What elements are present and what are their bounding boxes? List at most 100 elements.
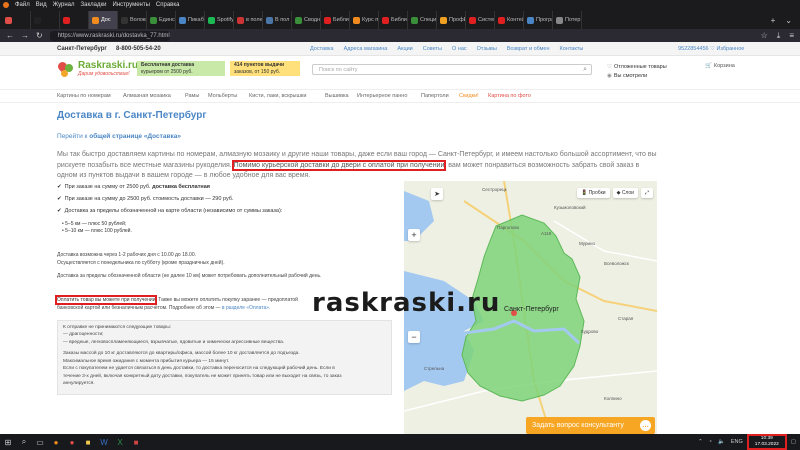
reload-icon[interactable]: ↻: [36, 31, 43, 40]
forward-icon[interactable]: →: [21, 31, 29, 40]
browser-tab[interactable]: Курс по: [350, 11, 379, 29]
clock[interactable]: 10:39 17.03.2022: [746, 434, 787, 450]
sub-bullet-10km: • 5–10 км — плюс 100 рублей.: [62, 228, 132, 234]
cat-brushes[interactable]: Кисти, лаки, вскрышки: [249, 93, 306, 99]
user-phone[interactable]: 9522854456: [678, 46, 709, 52]
tray-up-icon[interactable]: ⌃: [698, 439, 703, 445]
task-view-icon[interactable]: ▭: [32, 434, 48, 450]
cat-photo-painting[interactable]: Картина по фото: [488, 93, 531, 99]
topline-link-returns[interactable]: Возврат и обмен: [507, 46, 550, 52]
menu-view[interactable]: Вид: [36, 2, 47, 8]
word-icon[interactable]: W: [96, 434, 112, 450]
menu-icon[interactable]: ≡: [789, 31, 794, 41]
promo-pickup-points[interactable]: 414 пунктов выдачи заказов, от 150 руб.: [230, 61, 300, 76]
browser-tab[interactable]: Сводн: [292, 11, 321, 29]
search-icon[interactable]: ⌕: [16, 434, 32, 450]
windows-start-icon[interactable]: ⊞: [0, 434, 16, 450]
deferred-link[interactable]: ♡ Отложенные товары: [607, 63, 667, 72]
chrome-icon[interactable]: ●: [64, 434, 80, 450]
browser-tab[interactable]: Система: [466, 11, 495, 29]
topline-link-contacts[interactable]: Контакты: [560, 46, 584, 52]
notifications-icon[interactable]: ▢: [791, 439, 796, 445]
cat-frames[interactable]: Рамы: [185, 93, 199, 99]
cat-embroidery[interactable]: Вышивка: [325, 93, 349, 99]
layers-button[interactable]: ◆ Слои: [612, 188, 638, 198]
fullscreen-button[interactable]: ⤢: [640, 188, 653, 198]
check-icon: ✔: [57, 208, 62, 214]
site-logo[interactable]: Raskraski.ru Дарим удовольствие!: [56, 60, 138, 78]
language-indicator[interactable]: ENG: [731, 439, 743, 445]
traffic-button[interactable]: 🚦 Пробки: [576, 188, 610, 198]
cat-interior-panel[interactable]: Интерьерное панно: [357, 93, 407, 99]
ask-consultant-button[interactable]: Задать вопрос консультанту …: [526, 417, 655, 434]
download-icon[interactable]: ⤓: [777, 31, 781, 41]
city-selector[interactable]: Санкт-Петербург: [57, 46, 107, 52]
cat-papertole[interactable]: Папертоли: [421, 93, 449, 99]
favorites-link[interactable]: ♡ Избранное: [710, 46, 744, 52]
browser-tab[interactable]: Spotify: [205, 11, 234, 29]
cart-link[interactable]: 🛒 Корзина: [705, 63, 735, 69]
browser-tab[interactable]: Библиот: [321, 11, 350, 29]
menu-help[interactable]: Справка: [156, 2, 180, 8]
explorer-icon[interactable]: ■: [80, 434, 96, 450]
app-icon[interactable]: ■: [128, 434, 144, 450]
topline-link-sales[interactable]: Акции: [397, 46, 412, 52]
browser-tab[interactable]: [60, 11, 89, 29]
site-phone[interactable]: 8-800-505-54-20: [116, 46, 161, 52]
topline-link-tips[interactable]: Советы: [423, 46, 442, 52]
browser-tab[interactable]: ПрофЕ: [437, 11, 466, 29]
geolocation-icon[interactable]: ➤: [431, 188, 443, 200]
topline-link-stores[interactable]: Адреса магазина: [344, 46, 388, 52]
cat-paint-by-numbers[interactable]: Картины по номерам: [57, 93, 111, 99]
browser-tab[interactable]: Специ: [408, 11, 437, 29]
browser-tab[interactable]: [31, 11, 60, 29]
back-icon[interactable]: ←: [6, 31, 14, 40]
para-delivery-days: Осуществляется с понедельника по субботу…: [57, 259, 225, 266]
star-icon[interactable]: ☆: [761, 31, 768, 41]
browser-tab[interactable]: Библиот: [379, 11, 408, 29]
address-bar[interactable]: https://www.raskraski.ru/dostavka_77.htm…: [49, 30, 170, 41]
browser-tab[interactable]: В пол: [263, 11, 292, 29]
topline-link-delivery[interactable]: Доставка: [310, 46, 334, 52]
cat-easels[interactable]: Мольберты: [208, 93, 237, 99]
search-input[interactable]: Поиск по сайту ⌕: [312, 64, 592, 75]
search-icon[interactable]: ⌕: [583, 66, 587, 74]
tab-list-icon[interactable]: ⌄: [785, 16, 792, 25]
menu-file[interactable]: Файл: [15, 2, 30, 8]
browser-tab[interactable]: Дос: [89, 11, 118, 29]
browser-tab[interactable]: Единств: [147, 11, 176, 29]
browser-tab[interactable]: в поле: [234, 11, 263, 29]
map-label-spb: Санкт-Петербург: [504, 306, 559, 313]
browser-tab[interactable]: Потер: [553, 11, 582, 29]
menu-tools[interactable]: Инструменты: [113, 2, 150, 8]
network-icon[interactable]: ◔: [709, 439, 712, 445]
tab-favicon-icon: [208, 16, 215, 24]
excel-icon[interactable]: X: [112, 434, 128, 450]
promo-free-delivery[interactable]: Бесплатная доставка курьером от 2500 руб…: [137, 61, 225, 76]
browser-tab[interactable]: Програ: [524, 11, 553, 29]
goto-general-delivery: Перейти к общей странице «Доставка»: [57, 133, 181, 140]
menu-history[interactable]: Журнал: [53, 2, 75, 8]
tab-label: Програ: [536, 17, 553, 23]
menu-bookmarks[interactable]: Закладки: [81, 2, 107, 8]
cat-sale[interactable]: Скидки!: [459, 93, 479, 99]
cat-diamond-mosaic[interactable]: Алмазная мозаика: [123, 93, 171, 99]
viewed-link[interactable]: ◉ Вы смотрели: [607, 72, 667, 81]
volume-icon[interactable]: 🔈: [718, 439, 725, 445]
payment-section-link[interactable]: в разделе «Оплата».: [222, 305, 271, 311]
topline-link-about[interactable]: О нас: [452, 46, 467, 52]
browser-tab[interactable]: [2, 11, 31, 29]
new-tab-icon[interactable]: +: [771, 16, 776, 25]
tab-favicon-icon: [324, 16, 331, 24]
goto-general-link[interactable]: общей странице «Доставка»: [89, 133, 181, 140]
tab-label: Библиот: [391, 17, 407, 23]
browser-tab[interactable]: Пикабу: [176, 11, 205, 29]
browser-tab[interactable]: Контей: [495, 11, 524, 29]
lead-paragraph: Мы так быстро доставляем картины по номе…: [57, 150, 657, 182]
browser-tab[interactable]: Волоки: [118, 11, 147, 29]
firefox-icon[interactable]: ●: [48, 434, 64, 450]
deferred-label: Отложенные товары: [613, 64, 667, 70]
zoom-out-button[interactable]: −: [408, 331, 420, 343]
topline-link-reviews[interactable]: Отзывы: [477, 46, 497, 52]
zoom-in-button[interactable]: +: [408, 229, 420, 241]
